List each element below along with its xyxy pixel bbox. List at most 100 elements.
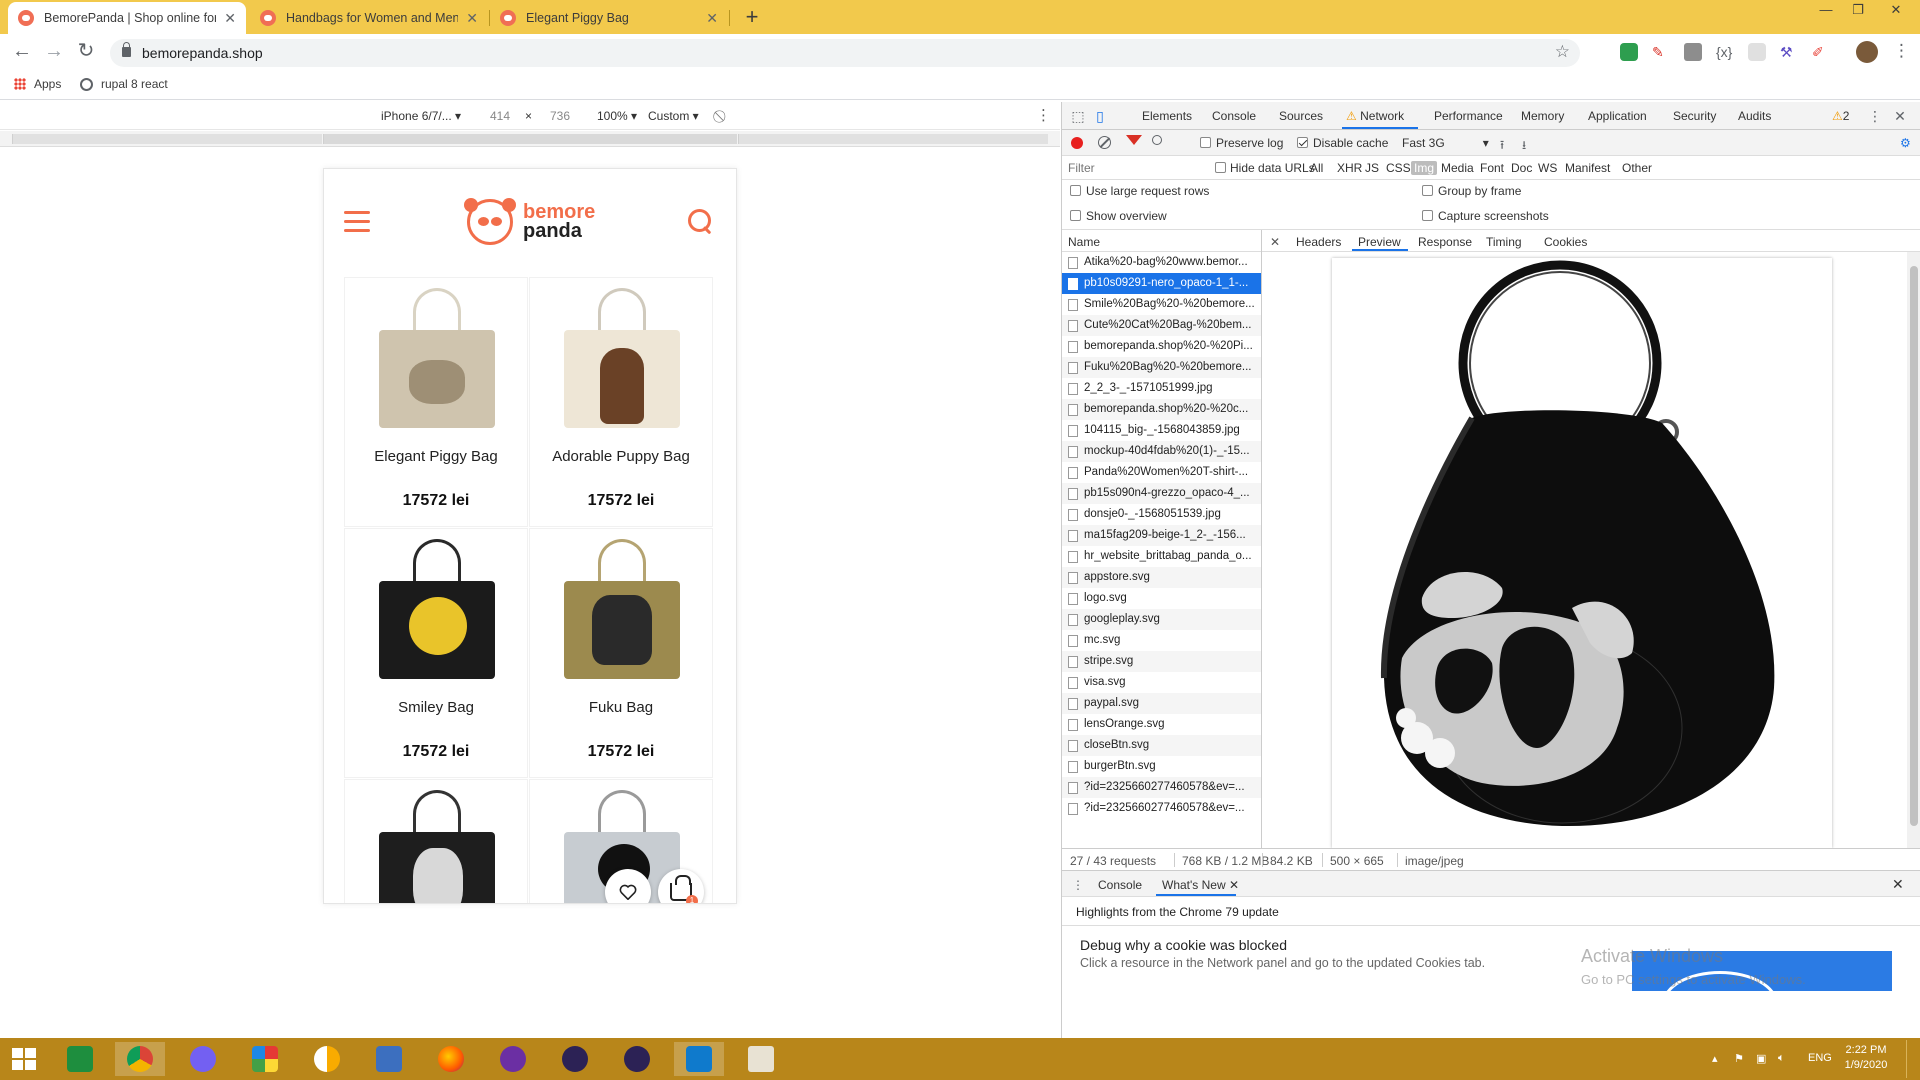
hamburger-menu-icon[interactable] [344, 211, 370, 233]
explorer-app-icon[interactable] [736, 1042, 786, 1076]
filter-type-img[interactable]: Img [1411, 161, 1438, 175]
drawer-tab-console[interactable]: Console [1098, 878, 1142, 892]
warnings-counter[interactable]: ⚠2 [1832, 109, 1849, 123]
request-row[interactable]: visa.svg [1062, 672, 1261, 693]
filter-type-doc[interactable]: Doc [1508, 161, 1535, 175]
request-row[interactable]: mockup-40d4fdab%20(1)-_-15... [1062, 441, 1261, 462]
devtools-tab-application[interactable]: Application [1588, 109, 1647, 123]
bookmark-apps[interactable]: Apps [14, 77, 61, 91]
group-by-frame-checkbox[interactable] [1422, 185, 1433, 196]
request-row[interactable]: appstore.svg [1062, 567, 1261, 588]
vscode-app-icon[interactable] [674, 1042, 724, 1076]
whats-new-item-title[interactable]: Debug why a cookie was blocked [1080, 937, 1287, 953]
eclipse-2-app-icon[interactable] [612, 1042, 662, 1076]
chrome-app-icon[interactable] [115, 1042, 165, 1076]
devtools-tab-network[interactable]: ⚠ Network [1346, 109, 1404, 123]
request-row[interactable]: closeBtn.svg [1062, 735, 1261, 756]
zoom-select[interactable]: 100% ▾ [597, 109, 637, 123]
name-column-header[interactable]: Name [1062, 230, 1261, 252]
tray-chevron-icon[interactable]: ▴ [1712, 1052, 1718, 1065]
throttling-select[interactable]: Fast 3G ▾ [1402, 136, 1489, 150]
devtools-tab-performance[interactable]: Performance [1434, 109, 1503, 123]
forward-icon[interactable]: → [42, 40, 66, 64]
request-row[interactable]: stripe.svg [1062, 651, 1261, 672]
browser-tab-1[interactable]: BemorePanda | Shop online for S ✕ [8, 2, 246, 34]
browser-tab-3[interactable]: Elegant Piggy Bag ✕ [490, 2, 728, 34]
request-row[interactable]: 104115_big-_-1568043859.jpg [1062, 420, 1261, 441]
windows-start-icon[interactable] [12, 1048, 36, 1070]
blank-extension-icon[interactable] [1748, 43, 1766, 61]
detail-tab-timing[interactable]: Timing [1486, 235, 1522, 249]
request-row[interactable]: ?id=2325660277460578&ev=... [1062, 798, 1261, 819]
preserve-log-checkbox[interactable] [1200, 137, 1211, 148]
devtools-tab-audits[interactable]: Audits [1738, 109, 1771, 123]
back-icon[interactable]: ← [10, 40, 34, 64]
close-tab-icon[interactable]: ✕ [224, 10, 236, 27]
hide-data-urls-checkbox[interactable] [1215, 162, 1226, 173]
request-row[interactable]: Atika%20-bag%20www.bemor... [1062, 252, 1261, 273]
clear-icon[interactable] [1098, 136, 1111, 149]
inspect-element-icon[interactable]: ⬚ [1070, 108, 1086, 124]
detail-tab-headers[interactable]: Headers [1296, 235, 1341, 249]
filter-type-ws[interactable]: WS [1535, 161, 1560, 175]
devtools-close-icon[interactable]: ✕ [1892, 108, 1908, 124]
filter-type-xhr[interactable]: XHR [1334, 161, 1365, 175]
request-row[interactable]: logo.svg [1062, 588, 1261, 609]
address-bar[interactable]: bemorepanda.shop ☆ [110, 39, 1580, 67]
tools-extension-icon[interactable]: ⚒ [1780, 43, 1793, 61]
close-tab-icon[interactable]: ✕ [466, 10, 478, 27]
request-row[interactable]: Smile%20Bag%20-%20bemore... [1062, 294, 1261, 315]
network-icon[interactable]: ▣ [1756, 1052, 1766, 1065]
reload-icon[interactable]: ↻ [74, 40, 98, 64]
filter-icon[interactable] [1126, 135, 1142, 145]
close-tab-icon[interactable]: ✕ [706, 10, 718, 27]
devtools-tab-memory[interactable]: Memory [1521, 109, 1564, 123]
browser-menu-icon[interactable]: ⋮ [1893, 41, 1910, 63]
preview-scrollbar[interactable] [1907, 252, 1920, 848]
filter-type-manifest[interactable]: Manifest [1562, 161, 1613, 175]
request-row[interactable]: hr_website_brittabag_panda_o... [1062, 546, 1261, 567]
large-rows-checkbox[interactable] [1070, 185, 1081, 196]
request-row[interactable]: pb10s09291-nero_opaco-1_1-... [1062, 273, 1261, 294]
request-row[interactable]: bemorepanda.shop%20-%20c... [1062, 399, 1261, 420]
taskbar-clock[interactable]: 2:22 PM 1/9/2020 [1836, 1043, 1896, 1073]
device-toggle-icon[interactable]: ▯ [1092, 108, 1108, 124]
product-card[interactable] [344, 779, 528, 903]
devtools-tab-sources[interactable]: Sources [1279, 109, 1323, 123]
new-tab-button[interactable]: + [738, 4, 766, 32]
bookmark-star-icon[interactable]: ☆ [1555, 42, 1570, 62]
3d-builder-app-icon[interactable] [364, 1042, 414, 1076]
close-drawer-icon[interactable]: ✕ [1892, 876, 1904, 893]
close-detail-icon[interactable]: ✕ [1270, 235, 1280, 249]
request-row[interactable]: ?id=2325660277460578&ev=... [1062, 777, 1261, 798]
request-row[interactable]: Panda%20Women%20T-shirt-... [1062, 462, 1261, 483]
firefox-app-icon[interactable] [426, 1042, 476, 1076]
export-har-icon[interactable]: ⭳ [1522, 136, 1526, 157]
filter-type-font[interactable]: Font [1477, 161, 1507, 175]
product-card[interactable]: Adorable Puppy Bag 17572 lei [529, 277, 713, 527]
store-app-icon[interactable] [55, 1042, 105, 1076]
filter-type-other[interactable]: Other [1619, 161, 1655, 175]
product-card[interactable]: Elegant Piggy Bag 17572 lei [344, 277, 528, 527]
request-row[interactable]: Cute%20Cat%20Bag-%20bem... [1062, 315, 1261, 336]
extension-green-icon[interactable] [1620, 43, 1638, 61]
device-menu-icon[interactable]: ⋮ [1036, 106, 1051, 124]
profile-avatar[interactable] [1856, 41, 1878, 63]
filter-input[interactable] [1068, 160, 1228, 176]
search-icon[interactable] [1152, 135, 1162, 145]
chrome-canary-app-icon[interactable] [302, 1042, 352, 1076]
devtools-tab-elements[interactable]: Elements [1142, 109, 1192, 123]
camera-extension-icon[interactable] [1684, 43, 1702, 61]
bookmark-rupal[interactable]: rupal 8 react [80, 77, 168, 91]
search-icon[interactable] [688, 209, 712, 233]
product-card[interactable]: Fuku Bag 17572 lei [529, 528, 713, 778]
devtools-menu-icon[interactable]: ⋮ [1867, 108, 1883, 124]
media-query-segment[interactable] [323, 134, 737, 144]
import-har-icon[interactable]: ⭱ [1500, 136, 1504, 157]
request-row[interactable]: bemorepanda.shop%20-%20Pi... [1062, 336, 1261, 357]
flag-icon[interactable]: ⚑ [1734, 1052, 1744, 1065]
maximize-button[interactable]: ❐ [1840, 0, 1876, 22]
browser-tab-2[interactable]: Handbags for Women and Men ✕ [250, 2, 488, 34]
request-row[interactable]: Fuku%20Bag%20-%20bemore... [1062, 357, 1261, 378]
language-indicator[interactable]: ENG [1808, 1052, 1832, 1064]
